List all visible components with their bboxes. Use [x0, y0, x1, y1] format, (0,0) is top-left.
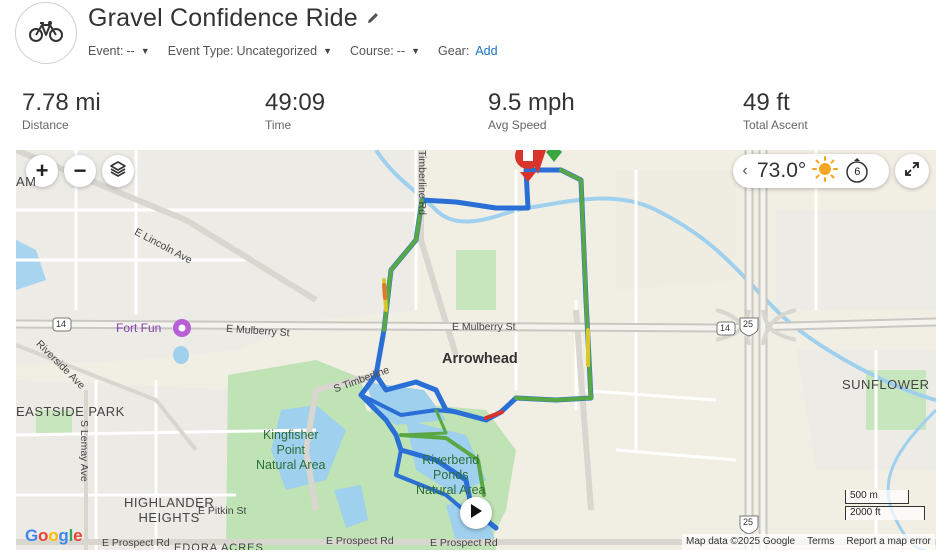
stat-label: Distance [22, 118, 69, 132]
stat-total-ascent: 49 ft Total Ascent [743, 88, 808, 132]
activity-title: Gravel Confidence Ride [88, 4, 358, 32]
gear-field: Gear: Add [438, 44, 498, 58]
caret-down-icon: ▼ [411, 46, 421, 56]
stat-avg-speed: 9.5 mph Avg Speed [488, 88, 575, 132]
weather-temperature: 73.0° [757, 159, 807, 182]
highway-14-west-label: 14 [56, 319, 67, 329]
stat-value: 7.78 mi [22, 89, 101, 116]
map-label-eastside-park: EASTSIDE PARK [16, 404, 125, 419]
play-icon [470, 503, 482, 523]
google-logo[interactable]: Google [25, 526, 83, 546]
stat-value: 9.5 mph [488, 89, 575, 116]
activity-header: Gravel Confidence Ride Event: -- ▼ Event… [0, 0, 950, 80]
map-label-prospect-mid: E Prospect Rd [326, 535, 394, 547]
map-label-timberline-north: Timberline Rd [416, 150, 428, 215]
chevron-left-icon[interactable]: ‹ [739, 162, 751, 180]
weather-widget[interactable]: ‹ 73.0° 6 [733, 154, 889, 188]
activity-meta: Event: -- ▼ Event Type: Uncategorized ▼ … [88, 44, 498, 58]
highway-14-east-label: 14 [720, 323, 731, 333]
zoom-out-button[interactable]: − [64, 155, 96, 187]
map-label-arrowhead: Arrowhead [442, 351, 518, 367]
report-map-error-link[interactable]: Report a map error [846, 536, 930, 548]
route-map[interactable]: + − ‹ 73.0° 6 AM EASTSIDE PARK HIGHLANDE… [16, 150, 936, 550]
interstate-25-north-label: 25 [743, 319, 754, 329]
map-label-mulberry-east: E Mulberry St [452, 321, 516, 333]
map-label-am: AM [16, 174, 37, 189]
bicycle-icon [29, 19, 63, 48]
map-label-riverbend: Riverbend Ponds Natural Area [416, 453, 486, 497]
stat-value: 49:09 [265, 89, 326, 116]
add-gear-link[interactable]: Add [475, 44, 497, 58]
map-layers-button[interactable] [102, 155, 134, 187]
event-dropdown[interactable]: Event: -- ▼ [88, 44, 150, 58]
interstate-25-south-label: 25 [743, 517, 754, 527]
course-dropdown[interactable]: Course: -- ▼ [350, 44, 420, 58]
play-route-button[interactable] [460, 497, 492, 529]
map-label-prospect-west: E Prospect Rd [102, 537, 170, 549]
map-label-edora: EDORA ACRES [174, 542, 264, 550]
map-attribution: Map data ©2025 Google Terms Report a map… [682, 534, 935, 550]
map-scale: 500 m 2000 ft [845, 490, 935, 520]
fullscreen-button[interactable] [895, 154, 929, 188]
map-label-fort-fun: Fort Fun [116, 321, 162, 335]
stat-label: Avg Speed [488, 118, 547, 132]
sun-icon [812, 155, 839, 187]
layers-icon [109, 158, 127, 184]
map-label-lemay-ave: S Lemay Ave [78, 420, 90, 482]
scale-metric: 500 m [845, 490, 909, 504]
map-label-prospect-east: E Prospect Rd [430, 537, 498, 549]
map-label-sunflower: SUNFLOWER [842, 377, 930, 392]
stat-label: Time [265, 118, 292, 132]
caret-down-icon: ▼ [323, 46, 333, 56]
terms-link[interactable]: Terms [807, 536, 834, 548]
map-data-credit: Map data ©2025 Google [686, 536, 796, 547]
expand-icon [905, 161, 919, 181]
map-label-pitkin: E Pitkin St [198, 505, 247, 517]
summary-stats: 7.78 mi Distance 49:09 Time 9.5 mph Avg … [0, 88, 950, 138]
wind-icon: 6 [844, 158, 870, 184]
pencil-icon[interactable] [366, 11, 382, 27]
stat-time: 49:09 Time [265, 88, 325, 132]
caret-down-icon: ▼ [140, 46, 150, 56]
activity-type-avatar [15, 2, 77, 64]
wind-speed: 6 [854, 166, 861, 178]
stat-distance: 7.78 mi Distance [22, 88, 101, 132]
stat-label: Total Ascent [743, 118, 808, 132]
map-label-kingfisher: Kingfisher Point Natural Area [256, 428, 326, 472]
stat-value: 49 ft [743, 89, 790, 116]
event-type-dropdown[interactable]: Event Type: Uncategorized ▼ [168, 44, 332, 58]
scale-imperial: 2000 ft [845, 506, 925, 520]
